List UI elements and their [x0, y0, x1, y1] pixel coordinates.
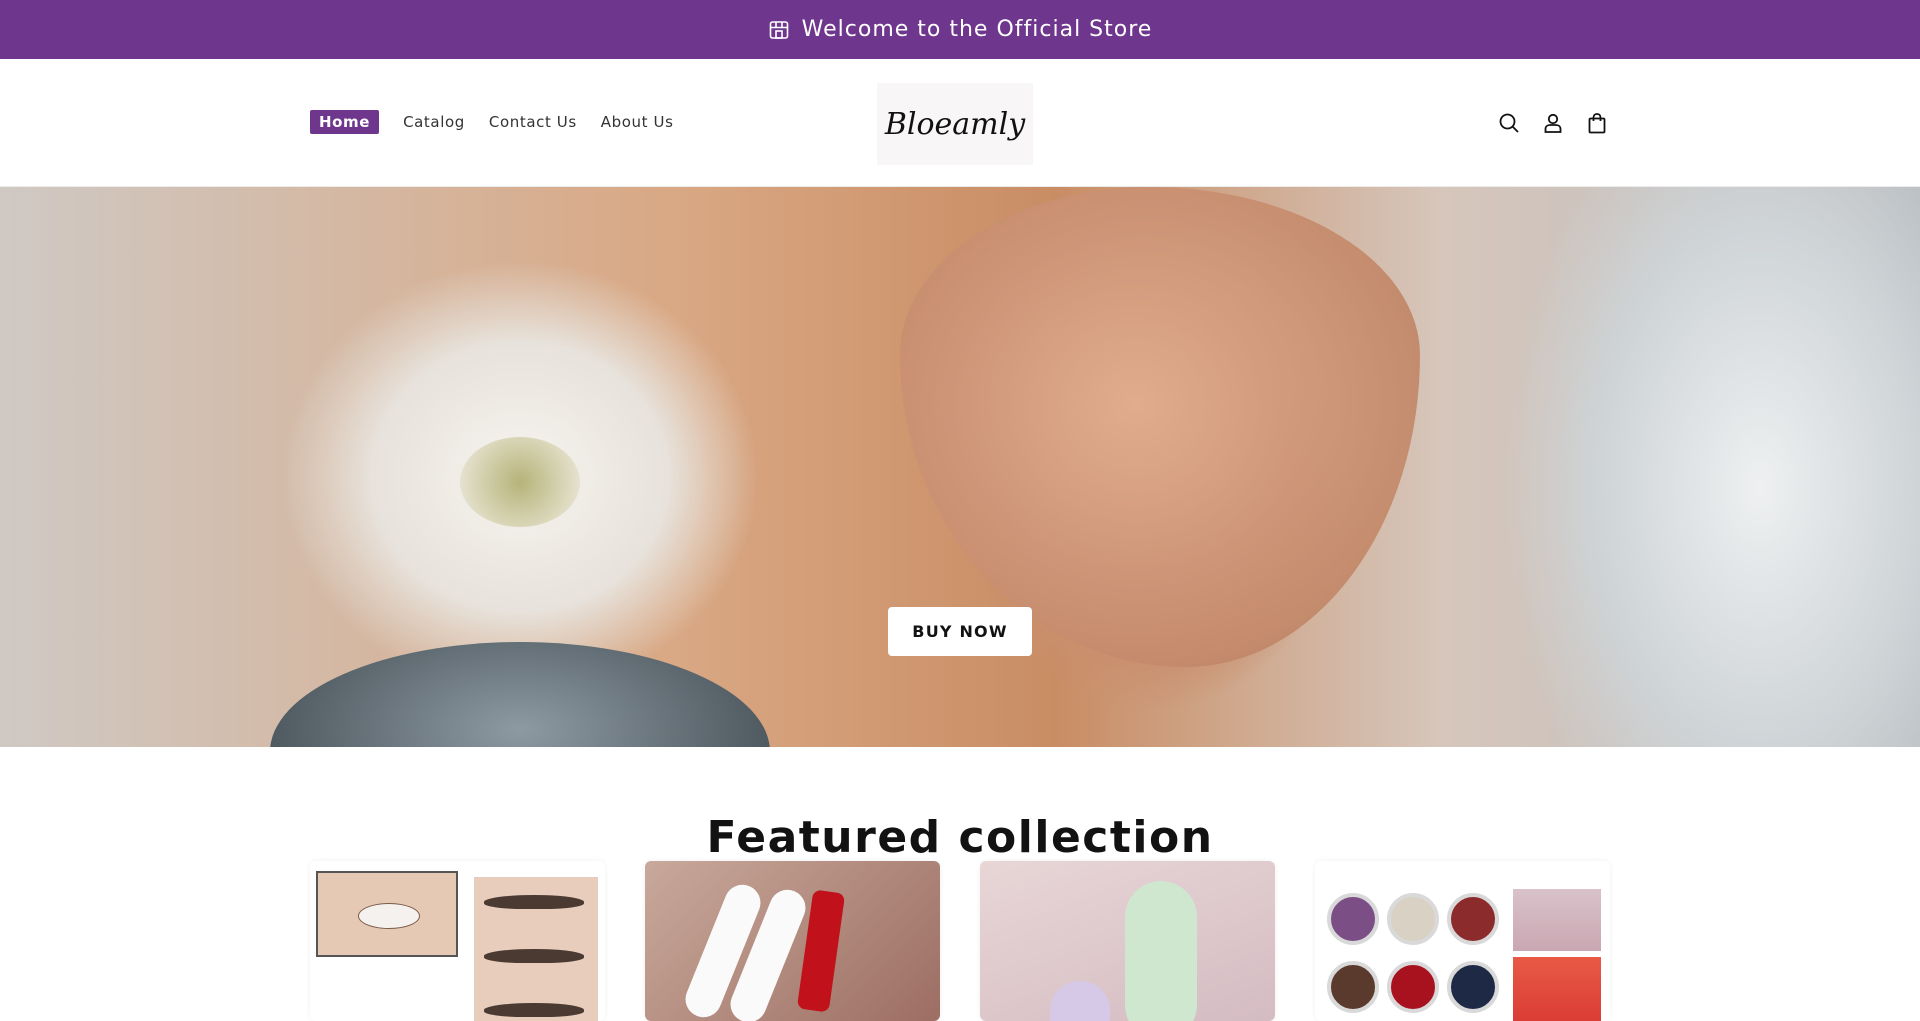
hero-banner: BUY NOW [0, 187, 1920, 747]
store-icon [768, 19, 790, 41]
product-card[interactable] [310, 861, 605, 1021]
product-grid [310, 861, 1610, 1021]
account-icon[interactable] [1540, 110, 1566, 136]
hero-flower-image [460, 437, 580, 527]
product-card[interactable] [980, 861, 1275, 1021]
search-icon[interactable] [1496, 110, 1522, 136]
hero-plate-image [270, 642, 770, 747]
cart-icon[interactable] [1584, 110, 1610, 136]
eyebrow-product-image [316, 871, 458, 957]
logo-text: Bloeamly [884, 106, 1026, 142]
hero-sponge-image [900, 187, 1420, 667]
green-tube-product-image [1125, 881, 1197, 1021]
header-icons [1496, 110, 1628, 136]
nav-about-us[interactable]: About Us [601, 110, 674, 134]
store-logo[interactable]: Bloeamly [877, 83, 1033, 165]
product-card[interactable] [1315, 861, 1610, 1021]
product-card[interactable] [645, 861, 940, 1021]
announcement-text: Welcome to the Official Store [801, 17, 1153, 42]
featured-collection-title: Featured collection [706, 811, 1214, 863]
announcement-bar: Welcome to the Official Store [0, 0, 1920, 59]
nav-catalog[interactable]: Catalog [403, 110, 465, 134]
nav-home[interactable]: Home [310, 110, 380, 134]
nav-contact-us[interactable]: Contact Us [489, 110, 577, 134]
site-header: Home Catalog Contact Us About Us Bloeaml… [0, 59, 1920, 187]
main-nav: Home Catalog Contact Us About Us [310, 110, 698, 134]
buy-now-button[interactable]: BUY NOW [888, 607, 1032, 656]
